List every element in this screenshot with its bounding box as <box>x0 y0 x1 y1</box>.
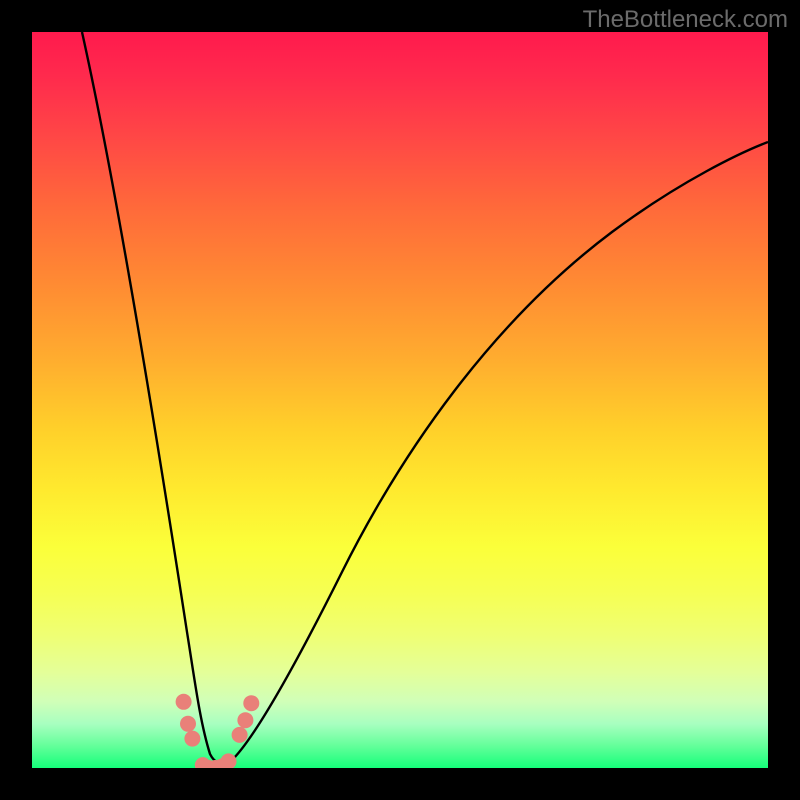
marker-cluster-left-3 <box>184 731 200 747</box>
marker-group <box>176 694 260 768</box>
watermark-text: TheBottleneck.com <box>583 6 788 34</box>
marker-cluster-bottom-5 <box>221 753 237 768</box>
marker-cluster-right-3 <box>243 695 259 711</box>
curve-layer <box>32 32 768 768</box>
chart-container: TheBottleneck.com <box>0 0 800 800</box>
marker-cluster-right-1 <box>232 727 248 743</box>
marker-cluster-right-2 <box>237 712 253 728</box>
marker-cluster-left-2 <box>180 716 196 732</box>
marker-cluster-left-1 <box>176 694 192 710</box>
bottleneck-curve <box>82 32 768 764</box>
plot-area <box>32 32 768 768</box>
